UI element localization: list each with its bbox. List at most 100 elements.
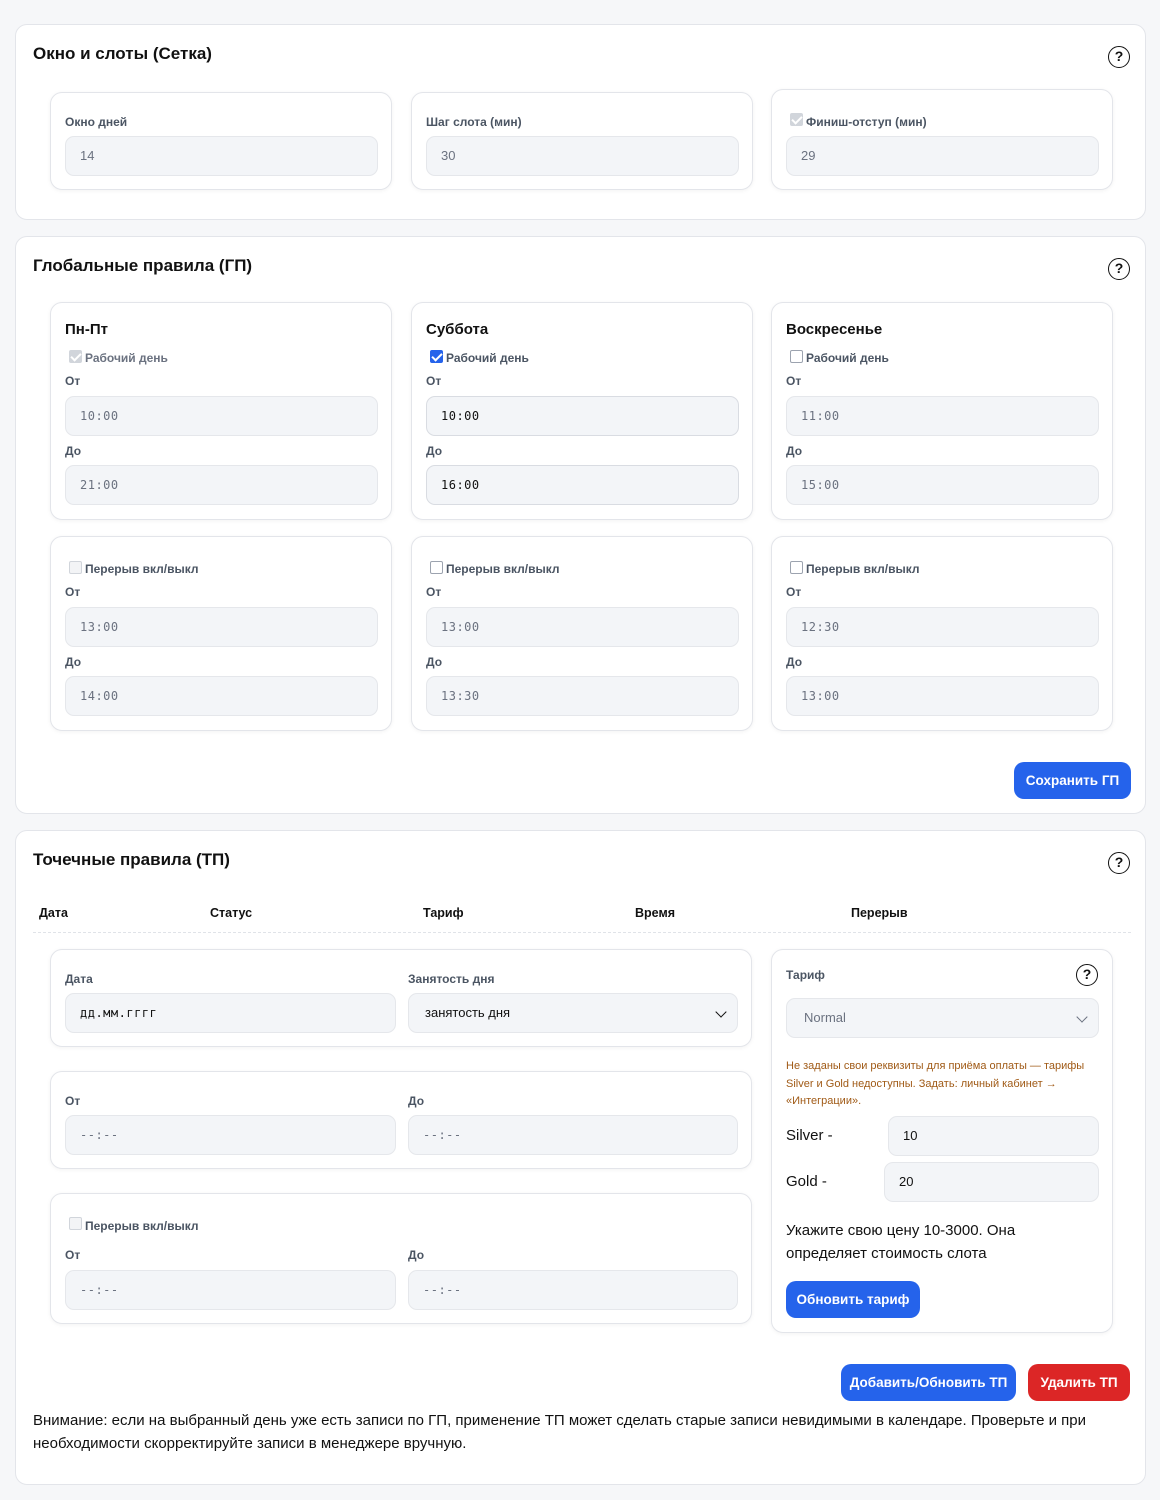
from-label: От	[786, 374, 802, 388]
update-tariff-button[interactable]: Обновить тариф	[786, 1281, 920, 1318]
to-time-input[interactable]: 16:00	[426, 465, 739, 505]
slot-step-label: Шаг слота (мин)	[426, 115, 522, 129]
point-rules-notice: Внимание: если на выбранный день уже ест…	[33, 1412, 1087, 1452]
break-checkbox[interactable]	[69, 561, 82, 574]
break-toggle-label: Перерыв вкл/выкл	[85, 562, 199, 576]
tariff-card: Тариф ? Normal Не заданы свои реквизиты …	[771, 949, 1113, 1333]
time-range-card: От --:-- До --:--	[50, 1071, 752, 1169]
to-label: До	[65, 655, 82, 669]
break-toggle-label: Перерыв вкл/выкл	[446, 562, 560, 576]
window-days-input[interactable]: 14	[65, 136, 378, 176]
finish-offset-input[interactable]: 29	[786, 136, 1099, 176]
date-card: Дата дд.мм.гггг Занятость дня занятость …	[50, 949, 752, 1047]
slot-step-card: Шаг слота (мин) 30	[411, 92, 753, 190]
break-toggle-label: Перерыв вкл/выкл	[806, 562, 920, 576]
break-toggle-label: Перерыв вкл/выкл	[85, 1219, 199, 1233]
to-time-input[interactable]: 15:00	[786, 465, 1099, 505]
occupancy-label: Занятость дня	[408, 972, 495, 986]
table-header-status: Статус	[210, 906, 253, 920]
window-days-card: Окно дней 14	[50, 92, 392, 190]
grid-panel: Окно и слоты (Сетка) ? Окно дней 14 Шаг …	[15, 24, 1146, 220]
from-time-input[interactable]: 10:00	[65, 396, 378, 436]
workday-checkbox[interactable]	[430, 350, 443, 363]
table-header-break: Перерыв	[851, 906, 908, 920]
tariff-select[interactable]: Normal	[786, 998, 1099, 1038]
day-title: Воскресенье	[786, 321, 883, 338]
break-checkbox[interactable]	[69, 1217, 82, 1230]
point-rules-panel: Точечные правила (ТП) ? Дата Статус Тари…	[15, 830, 1146, 1485]
break-to-input[interactable]: --:--	[408, 1270, 738, 1310]
break-to-input[interactable]: 13:00	[786, 676, 1099, 716]
slot-step-input[interactable]: 30	[426, 136, 739, 176]
table-header-date: Дата	[39, 906, 68, 920]
help-icon[interactable]: ?	[1108, 46, 1130, 68]
workday-label: Рабочий день	[446, 351, 529, 365]
to-time-input[interactable]: 21:00	[65, 465, 378, 505]
from-label: От	[65, 1094, 81, 1108]
workday-label: Рабочий день	[85, 351, 168, 365]
from-time-input[interactable]: --:--	[65, 1115, 396, 1155]
to-label: До	[426, 655, 443, 669]
finish-offset-label: Финиш-отступ (мин)	[806, 115, 927, 129]
add-update-point-rule-button[interactable]: Добавить/Обновить ТП	[841, 1364, 1016, 1401]
date-label: Дата	[65, 972, 93, 986]
date-input[interactable]: дд.мм.гггг	[65, 993, 396, 1033]
table-header-time: Время	[635, 906, 675, 920]
day-card-weekdays: Пн-Пт Рабочий день От 10:00 До 21:00	[50, 302, 392, 520]
point-rules-title: Точечные правила (ТП)	[33, 850, 230, 869]
point-break-card: Перерыв вкл/выкл От --:-- До --:--	[50, 1193, 752, 1324]
to-label: До	[65, 444, 82, 458]
to-label: До	[786, 655, 803, 669]
chevron-down-icon	[1076, 1011, 1088, 1023]
break-checkbox[interactable]	[430, 561, 443, 574]
to-label: До	[408, 1094, 425, 1108]
from-label: От	[65, 585, 81, 599]
workday-checkbox[interactable]	[790, 350, 803, 363]
break-from-label: От	[65, 1248, 81, 1262]
break-checkbox[interactable]	[790, 561, 803, 574]
break-from-input[interactable]: 12:30	[786, 607, 1099, 647]
break-to-input[interactable]: 13:30	[426, 676, 739, 716]
day-title: Пн-Пт	[65, 321, 108, 338]
from-label: От	[786, 585, 802, 599]
tariff-hint: Укажите свою цену 10-3000. Она определяе…	[786, 1222, 1016, 1262]
from-label: От	[426, 585, 442, 599]
from-time-input[interactable]: 10:00	[426, 396, 739, 436]
workday-label: Рабочий день	[806, 351, 889, 365]
delete-point-rule-button[interactable]: Удалить ТП	[1028, 1364, 1130, 1401]
day-card-saturday: Суббота Рабочий день От 10:00 До 16:00	[411, 302, 753, 520]
break-from-input[interactable]: 13:00	[65, 607, 378, 647]
to-label: До	[426, 444, 443, 458]
from-label: От	[65, 374, 81, 388]
help-icon[interactable]: ?	[1076, 964, 1098, 986]
to-label: До	[786, 444, 803, 458]
occupancy-selected-value: занятость дня	[425, 1005, 511, 1020]
finish-offset-checkbox[interactable]	[790, 113, 803, 126]
gold-label: Gold -	[786, 1173, 827, 1190]
help-icon[interactable]: ?	[1108, 852, 1130, 874]
silver-price-input[interactable]: 10	[888, 1116, 1099, 1156]
table-header-divider	[33, 932, 1131, 933]
from-time-input[interactable]: 11:00	[786, 396, 1099, 436]
tariff-selected-value: Normal	[804, 1010, 846, 1025]
gold-price-input[interactable]: 20	[884, 1162, 1099, 1202]
chevron-down-icon	[715, 1006, 727, 1018]
day-card-sunday: Воскресенье Рабочий день От 11:00 До 15:…	[771, 302, 1113, 520]
silver-label: Silver -	[786, 1127, 833, 1144]
day-title: Суббота	[426, 321, 489, 338]
break-card-sunday: Перерыв вкл/выкл От 12:30 До 13:00	[771, 536, 1113, 731]
break-from-input[interactable]: --:--	[65, 1270, 396, 1310]
break-card-weekdays: Перерыв вкл/выкл От 13:00 До 14:00	[50, 536, 392, 731]
break-to-input[interactable]: 14:00	[65, 676, 378, 716]
window-days-label: Окно дней	[65, 115, 128, 129]
break-to-label: До	[408, 1248, 425, 1262]
grid-panel-title: Окно и слоты (Сетка)	[33, 44, 212, 63]
occupancy-select[interactable]: занятость дня	[408, 993, 738, 1033]
table-header-tariff: Тариф	[423, 906, 464, 920]
break-from-input[interactable]: 13:00	[426, 607, 739, 647]
help-icon[interactable]: ?	[1108, 258, 1130, 280]
workday-checkbox[interactable]	[69, 350, 82, 363]
to-time-input[interactable]: --:--	[408, 1115, 738, 1155]
save-global-rules-button[interactable]: Сохранить ГП	[1014, 762, 1131, 799]
break-card-saturday: Перерыв вкл/выкл От 13:00 До 13:30	[411, 536, 753, 731]
